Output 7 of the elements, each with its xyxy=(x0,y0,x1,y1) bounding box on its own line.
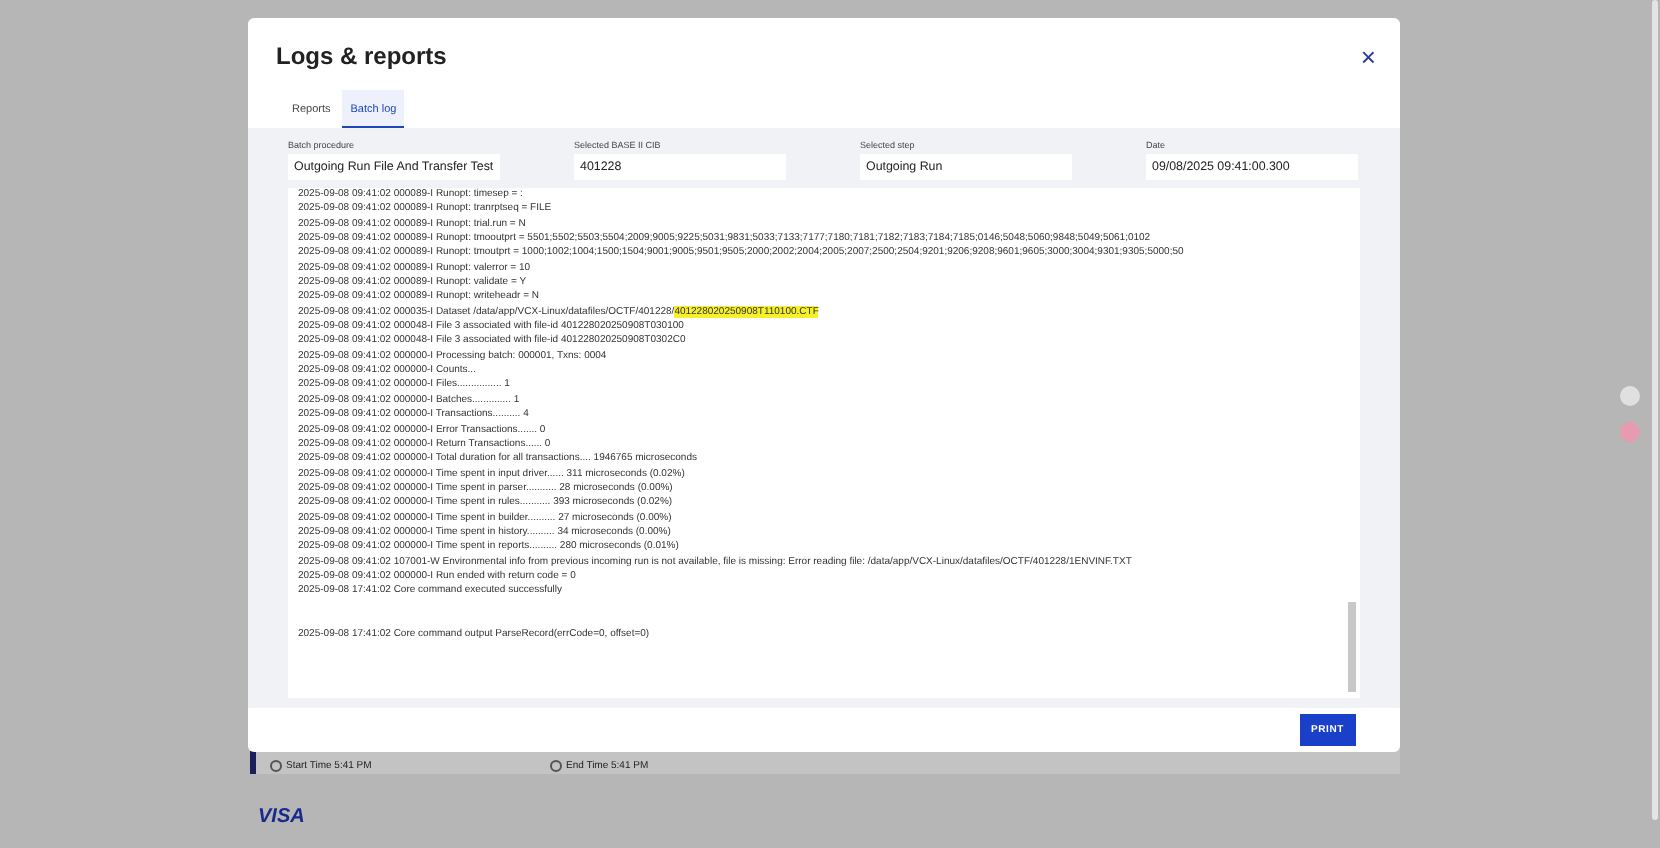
card-brand: VISA xyxy=(256,806,305,828)
page-scrollbar[interactable] xyxy=(1652,0,1658,820)
clock-icon xyxy=(550,760,562,772)
clock-icon xyxy=(270,760,282,772)
scroll-thumb[interactable] xyxy=(1348,602,1356,692)
dialog-title: Logs & reports xyxy=(276,42,447,70)
close-button[interactable]: × xyxy=(1360,43,1376,69)
